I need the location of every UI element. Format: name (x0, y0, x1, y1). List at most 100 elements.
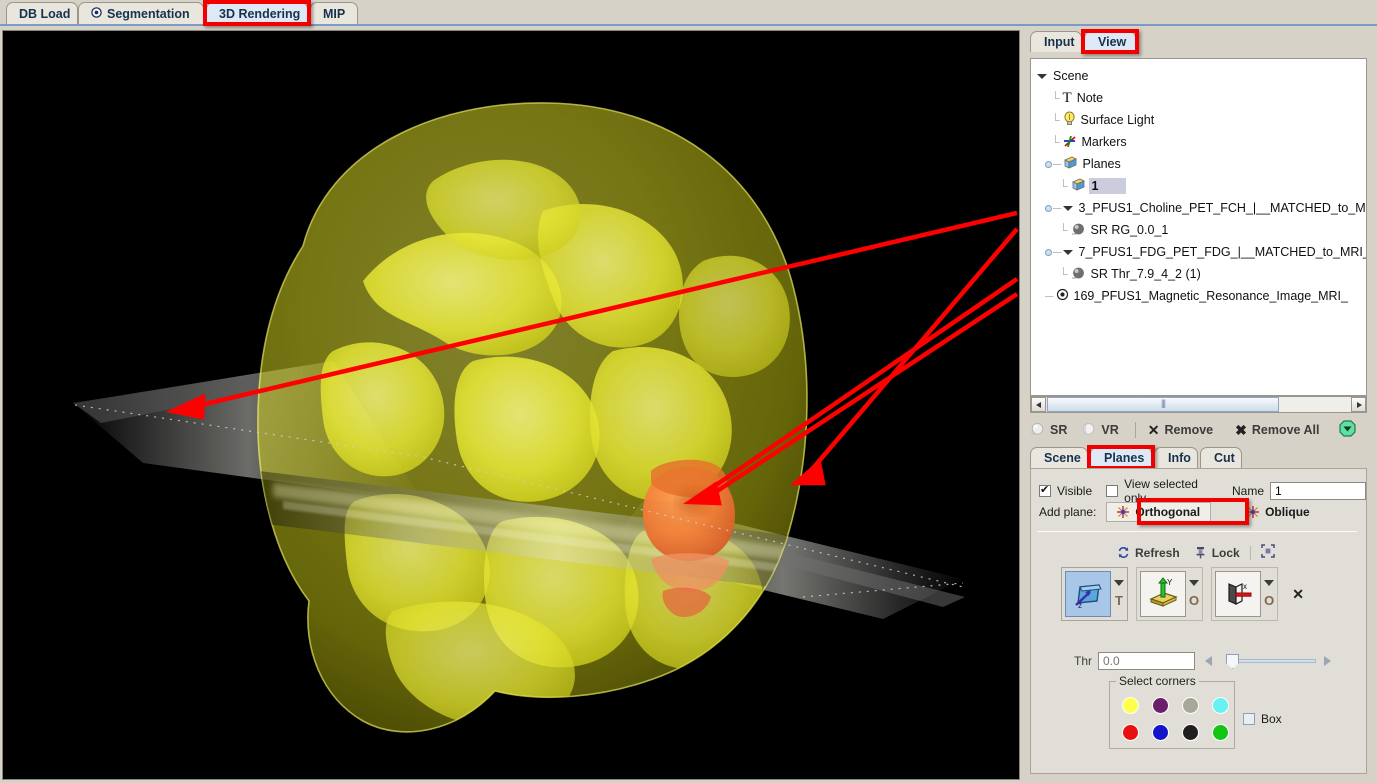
corner-swatch-red[interactable] (1122, 724, 1139, 741)
remove-all-button[interactable]: ✖ Remove All (1235, 422, 1319, 439)
cube-icon (1063, 156, 1078, 173)
scrollbar-thumb[interactable] (1047, 397, 1279, 412)
tree-horizontal-scrollbar[interactable] (1030, 396, 1367, 413)
vr-button[interactable]: VR (1081, 422, 1119, 439)
tree-item-mri[interactable]: ─ 169_PFUS1_Magnetic_Resonance_Image_MRI… (1037, 285, 1366, 307)
tree-expand-knob[interactable] (1045, 160, 1052, 168)
add-plane-label: Add plane: (1039, 505, 1097, 519)
slider-decrement-button[interactable] (1205, 656, 1212, 666)
tree-expand-knob[interactable] (1045, 204, 1052, 212)
corner-swatch-purple[interactable] (1152, 697, 1169, 714)
chevron-down-icon[interactable] (1037, 71, 1048, 82)
tree-item-plane-1[interactable]: └ 1 (1037, 175, 1366, 197)
sr-button[interactable]: SR (1030, 422, 1067, 439)
tab-3d-rendering[interactable]: 3D Rendering (206, 2, 308, 24)
tree-item-sr-thr-label: SR Thr_7.9_4_2 (1) (1090, 267, 1201, 281)
tree-item-surface-light[interactable]: └ Surface Light (1037, 109, 1366, 131)
tree-guide: └ (1059, 223, 1068, 237)
refresh-button[interactable]: Refresh (1117, 546, 1180, 560)
corner-swatch-cyan[interactable] (1212, 697, 1229, 714)
plane-name-input[interactable] (1270, 482, 1366, 500)
tab-mip[interactable]: MIP (310, 2, 358, 24)
corner-swatch-yellow[interactable] (1122, 697, 1139, 714)
chevron-down-icon[interactable] (1264, 580, 1275, 586)
lock-button[interactable]: Lock (1194, 546, 1240, 560)
tree-item-scene[interactable]: Scene (1037, 65, 1366, 87)
orientation-button-sagittal[interactable]: x O (1211, 567, 1279, 621)
chevron-down-icon[interactable] (1114, 580, 1124, 586)
refresh-label: Refresh (1135, 545, 1180, 560)
tree-guide: ─ (1053, 201, 1062, 215)
panel-tab-input-label: Input (1044, 35, 1075, 49)
thr-slider[interactable] (1218, 654, 1316, 669)
corner-swatch-black[interactable] (1182, 724, 1199, 741)
scrollbar-track[interactable] (1279, 397, 1351, 412)
tree-item-note-label: Note (1076, 91, 1104, 105)
orthogonal-plane-icon (1117, 506, 1130, 518)
sub-tab-cut-label: Cut (1214, 451, 1235, 465)
top-tab-bar: DB Load Segmentation 3D Rendering MIP (0, 0, 1377, 26)
green-chevron-down-icon (1339, 420, 1357, 437)
chevron-down-icon[interactable] (1062, 203, 1074, 214)
thr-input[interactable] (1098, 652, 1195, 670)
scroll-left-button[interactable] (1031, 397, 1046, 412)
tree-item-markers[interactable]: └ Markers (1037, 131, 1366, 153)
visible-checkbox[interactable] (1039, 483, 1051, 497)
add-plane-row: Add plane: Orthogonal Oblique (1039, 498, 1310, 525)
chevron-down-icon[interactable] (1062, 247, 1074, 258)
scene-action-row: SR VR ✕ Remove ✖ Remove All (1030, 419, 1367, 441)
tree-item-choline-pet[interactable]: ─ 3_PFUS1_Choline_PET_FCH_|__MATCHED_to_… (1037, 197, 1366, 219)
oblique-button[interactable]: Oblique (1247, 505, 1310, 519)
panel-sub-tab-bar: Scene Planes Info Cut (1030, 445, 1367, 470)
slider-thumb[interactable] (1226, 654, 1239, 669)
plane-tools-row: Refresh Lock (1117, 544, 1275, 561)
tree-item-note[interactable]: └ T Note (1037, 87, 1366, 109)
3d-render-viewport[interactable] (2, 30, 1020, 780)
scroll-right-button[interactable] (1351, 397, 1366, 412)
corner-swatch-green[interactable] (1212, 724, 1229, 741)
corner-swatch-gray[interactable] (1182, 697, 1199, 714)
slider-increment-button[interactable] (1324, 656, 1331, 666)
scene-tree[interactable]: Scene └ T Note └ Surface Light └ Markers (1030, 58, 1367, 396)
sub-tab-info[interactable]: Info (1154, 447, 1198, 468)
tree-item-sr-thr[interactable]: └ SR Thr_7.9_4_2 (1) (1037, 263, 1366, 285)
target-icon (91, 6, 102, 21)
chevron-down-icon[interactable] (1189, 580, 1200, 586)
remove-button[interactable]: ✕ Remove (1148, 422, 1213, 439)
coronal-sub-label: O (1189, 593, 1200, 608)
tab-segmentation-label: Segmentation (107, 6, 190, 21)
volume-sphere-icon (1081, 422, 1096, 439)
orthogonal-button[interactable]: Orthogonal (1106, 502, 1212, 522)
panel-tab-view[interactable]: View (1084, 31, 1136, 52)
sub-tab-planes[interactable]: Planes (1090, 447, 1152, 468)
box-option: Box (1243, 712, 1282, 726)
view-selected-only-checkbox[interactable] (1106, 485, 1119, 497)
fit-to-window-button[interactable] (1260, 544, 1275, 561)
tab-db-load[interactable]: DB Load (6, 2, 78, 24)
panel-tab-input[interactable]: Input (1030, 31, 1082, 52)
corner-color-row-1 (1122, 697, 1229, 714)
close-plane-button[interactable]: ✕ (1292, 586, 1304, 603)
svg-text:x: x (1243, 582, 1247, 591)
tab-mip-label: MIP (323, 6, 346, 21)
planes-panel: Visible View selected only Name Add plan… (1030, 468, 1367, 774)
tree-item-fdg-pet[interactable]: ─ 7_PFUS1_FDG_PET_FDG_|__MATCHED_to_MRI_ (1037, 241, 1366, 263)
vr-label: VR (1101, 423, 1119, 437)
orientation-button-transverse[interactable]: z T (1061, 567, 1128, 621)
tab-segmentation[interactable]: Segmentation (78, 2, 204, 24)
sagittal-sub-label: O (1264, 593, 1275, 608)
thr-label: Thr (1074, 654, 1092, 668)
tree-expand-knob[interactable] (1045, 248, 1052, 256)
box-checkbox[interactable] (1243, 713, 1255, 725)
tree-guide: └ (1051, 91, 1060, 105)
tree-item-planes[interactable]: ─ Planes (1037, 153, 1366, 175)
orientation-button-coronal[interactable]: Y O (1136, 567, 1204, 621)
sub-tab-scene[interactable]: Scene (1030, 447, 1088, 468)
cube-icon (1071, 178, 1086, 195)
tree-guide: └ (1059, 267, 1068, 281)
sub-tab-cut[interactable]: Cut (1200, 447, 1242, 468)
tree-item-sr-rg[interactable]: └ SR RG_0.0_1 (1037, 219, 1366, 241)
tree-guide: └ (1051, 113, 1060, 127)
corner-swatch-blue[interactable] (1152, 724, 1169, 741)
expand-dropdown-button[interactable] (1339, 420, 1357, 440)
